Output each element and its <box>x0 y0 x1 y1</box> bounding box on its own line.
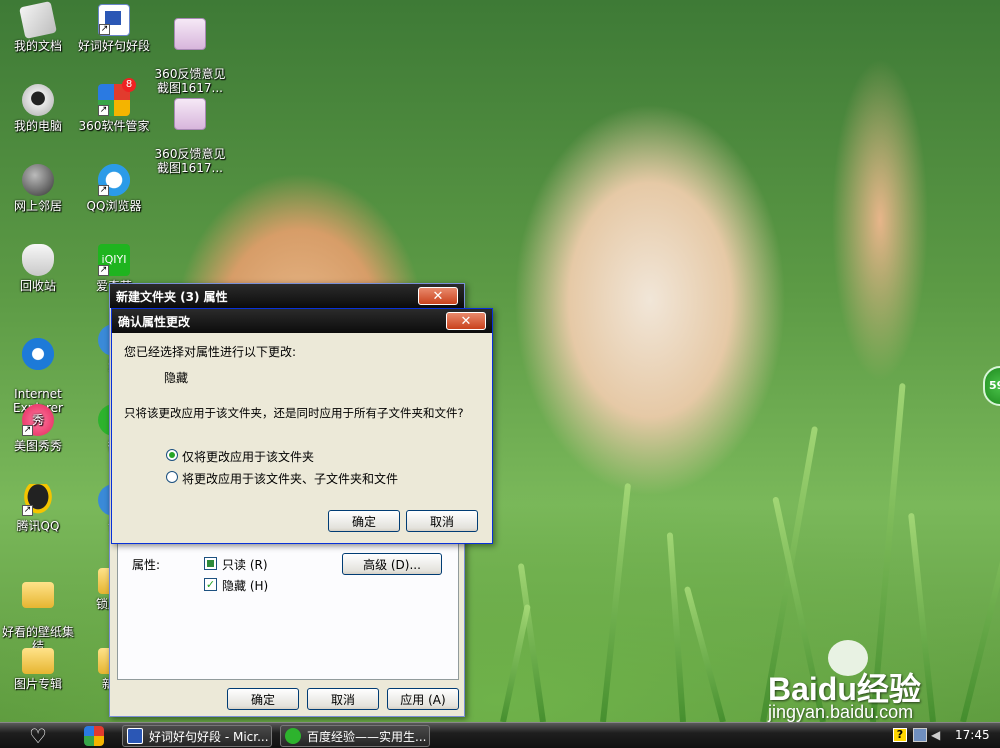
word-file-icon: ↗ <box>98 4 130 36</box>
desktop-icon-screenshot-1[interactable]: 360反馈意见 截图1617... <box>152 4 228 95</box>
taskbar-button-label: 百度经验——实用生... <box>307 729 427 744</box>
desktop-icon-my-computer[interactable]: 我的电脑 <box>0 84 76 133</box>
desktop-icon-internet-explorer[interactable]: Internet Explorer <box>0 324 76 415</box>
desktop-icon-label: 腾讯QQ <box>16 519 60 533</box>
desktop-icon-recycle-bin[interactable]: 回收站 <box>0 244 76 293</box>
iqiyi-icon: iQIYI ↗ <box>98 244 130 276</box>
taskbar-button-word[interactable]: 好词好句好段 - Micr... <box>122 725 272 747</box>
dialog-title: 确认属性更改 <box>118 314 191 329</box>
taskbar: ♡ 好词好句好段 - Micr... 百度经验——实用生... ? ◀ 17:4… <box>0 722 1000 748</box>
desktop-icon-label: 360反馈意见 截图1617... <box>154 147 226 175</box>
qq-browser-icon: ↗ <box>98 164 130 196</box>
volume-tray-icon[interactable]: ◀ <box>931 728 945 742</box>
cancel-button[interactable]: 取消 <box>307 688 379 710</box>
network-tray-icon[interactable] <box>913 728 927 742</box>
meitu-icon: 秀 ↗ <box>22 404 54 436</box>
browser-icon <box>285 728 301 744</box>
taskbar-button-label: 好词好句好段 - Micr... <box>149 729 269 744</box>
ok-button[interactable]: 确定 <box>227 688 299 710</box>
desktop-icon-label: 图片专辑 <box>13 677 62 691</box>
clock[interactable]: 17:45 <box>955 728 990 742</box>
hidden-label: 隐藏 (H) <box>222 579 269 593</box>
desktop-icon-network[interactable]: 网上邻居 <box>0 164 76 213</box>
software-manager-icon: 8 ↗ <box>98 78 136 116</box>
cancel-button[interactable]: 取消 <box>406 510 478 532</box>
folder-icon <box>22 648 54 674</box>
taskbar-button-browser[interactable]: 百度经验——实用生... <box>280 725 430 747</box>
readonly-checkbox[interactable] <box>204 557 217 570</box>
computer-icon <box>22 84 54 116</box>
radio-folder-only-label[interactable]: 仅将更改应用于该文件夹 <box>182 448 314 465</box>
recycle-bin-icon <box>22 244 54 276</box>
desktop-icon-my-documents[interactable]: 我的文档 <box>0 1 76 53</box>
widget-value: 59 <box>989 379 1000 392</box>
hidden-checkbox[interactable]: ✓ <box>204 578 217 591</box>
desktop-icon-qq[interactable]: ↗ 腾讯QQ <box>0 484 76 533</box>
watermark-url: jingyan.baidu.com <box>768 702 914 722</box>
desktop-icon-word-document[interactable]: ↗ 好词好句好段 <box>76 4 152 53</box>
quick-launch-icon[interactable] <box>84 726 104 746</box>
dialog-titlebar[interactable]: 确认属性更改 ✕ <box>112 309 492 333</box>
start-button[interactable]: ♡ <box>0 723 76 748</box>
qq-penguin-icon: ↗ <box>22 484 54 516</box>
desktop-icon-label: 好词好句好段 <box>77 39 150 53</box>
desktop-icon-wallpaper-folder[interactable]: 好看的壁纸集 结 <box>0 564 76 653</box>
dialog-change-text: 隐藏 <box>164 371 189 385</box>
readonly-label: 只读 (R) <box>222 558 268 572</box>
internet-explorer-icon <box>22 338 54 370</box>
radio-apply-all[interactable] <box>166 471 178 483</box>
radio-apply-all-label[interactable]: 将更改应用于该文件夹、子文件夹和文件 <box>182 470 398 487</box>
notification-badge: 8 <box>122 78 136 92</box>
desktop-icon-screenshot-2[interactable]: 360反馈意见 截图1617... <box>152 84 228 175</box>
desktop-icon-360-software[interactable]: 8 ↗ 360软件管家 <box>76 78 152 133</box>
desktop-icon-label: 回收站 <box>19 279 56 293</box>
ok-button[interactable]: 确定 <box>328 510 400 532</box>
properties-titlebar[interactable]: 新建文件夹 (3) 属性 ✕ <box>110 284 464 308</box>
dialog-question-text: 只将该更改应用于该文件夹，还是同时应用于所有子文件夹和文件? <box>124 406 464 420</box>
documents-icon <box>19 1 57 39</box>
close-icon[interactable]: ✕ <box>418 287 458 305</box>
desktop-icon-label: QQ浏览器 <box>86 199 142 213</box>
folder-icon <box>22 582 54 608</box>
radio-selected-dot <box>169 452 175 458</box>
advanced-button[interactable]: 高级 (D)... <box>342 553 442 575</box>
confirm-attribute-dialog: 确认属性更改 ✕ 您已经选择对属性进行以下更改: 隐藏 只将该更改应用于该文件夹… <box>111 308 493 544</box>
desktop-icon-label: 美图秀秀 <box>13 439 62 453</box>
dialog-intro-text: 您已经选择对属性进行以下更改: <box>124 345 297 359</box>
desktop-icon-label: 我的文档 <box>13 39 62 53</box>
window-title: 新建文件夹 (3) 属性 <box>116 289 228 304</box>
desktop-icon-label: 我的电脑 <box>13 119 62 133</box>
desktop-icon-qq-browser[interactable]: ↗ QQ浏览器 <box>76 164 152 213</box>
close-icon[interactable]: ✕ <box>446 312 486 330</box>
desktop-icon-label: 360软件管家 <box>78 119 150 133</box>
help-icon[interactable]: ? <box>893 728 907 742</box>
desktop-icon-photo-album[interactable]: 图片专辑 <box>0 644 76 691</box>
apply-button[interactable]: 应用 (A) <box>387 688 459 710</box>
radio-folder-only[interactable] <box>166 449 178 461</box>
word-icon <box>127 728 143 744</box>
desktop-icon-label: 网上邻居 <box>13 199 62 213</box>
checkbox-indeterminate-fill <box>207 560 214 567</box>
attributes-label: 属性: <box>132 558 161 572</box>
desktop-icon-meitu[interactable]: 秀 ↗ 美图秀秀 <box>0 404 76 453</box>
png-file-icon <box>174 98 206 130</box>
globe-icon <box>22 164 54 196</box>
png-file-icon <box>174 18 206 50</box>
